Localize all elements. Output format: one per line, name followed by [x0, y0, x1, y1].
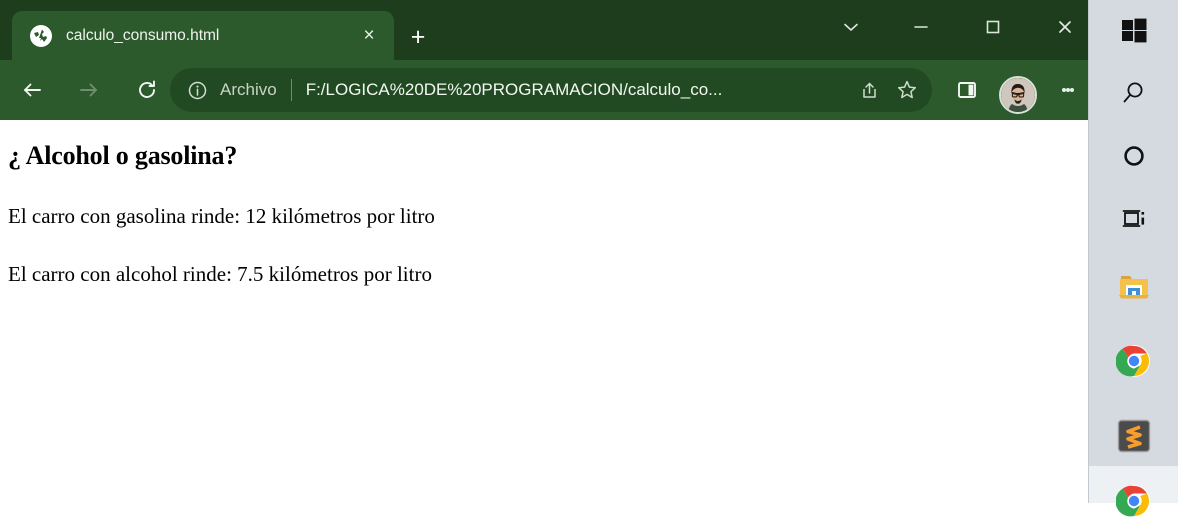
info-circle-icon[interactable]	[184, 77, 210, 103]
side-panel-icon[interactable]	[948, 71, 986, 109]
search-button[interactable]	[1089, 62, 1178, 124]
minimize-icon[interactable]	[898, 6, 944, 48]
forward-arrow-icon[interactable]	[68, 69, 110, 111]
menu-dot	[1070, 88, 1074, 92]
tab-close-button[interactable]: ×	[352, 19, 386, 53]
gasolina-result-text: El carro con gasolina rinde: 12 kilómetr…	[8, 204, 435, 228]
windows-logo-icon	[1121, 18, 1146, 43]
three-dots-menu-icon[interactable]	[1052, 71, 1084, 109]
cortana-button[interactable]	[1089, 125, 1178, 187]
new-tab-button[interactable]: +	[400, 20, 436, 54]
file-explorer-button[interactable]	[1089, 255, 1178, 317]
sublime-text-button[interactable]	[1089, 405, 1178, 467]
browser-window: calculo_consumo.html × + Archivo F:/LOGI…	[0, 0, 1088, 503]
sublime-text-icon	[1117, 419, 1150, 453]
start-button[interactable]	[1089, 0, 1178, 62]
cortana-circle-icon	[1123, 146, 1144, 166]
chrome-window-button[interactable]	[1089, 470, 1178, 532]
folder-icon	[1118, 276, 1149, 299]
close-icon[interactable]	[1042, 6, 1088, 48]
chevron-down-icon[interactable]	[828, 6, 874, 48]
chrome-icon	[1115, 345, 1150, 377]
page-content: ¿ Alcohol o gasolina? El carro con gasol…	[0, 120, 1088, 503]
browser-toolbar: Archivo F:/LOGICA%20DE%20PROGRAMACION/ca…	[0, 60, 1088, 120]
back-arrow-icon[interactable]	[11, 69, 53, 111]
share-icon[interactable]	[850, 71, 888, 109]
chrome-icon	[1115, 485, 1150, 517]
page-title: ¿ Alcohol o gasolina?	[8, 141, 238, 170]
tab-strip: calculo_consumo.html × +	[0, 0, 1088, 60]
star-icon[interactable]	[888, 71, 926, 109]
profile-avatar[interactable]	[999, 76, 1037, 114]
search-icon	[1123, 82, 1142, 103]
tab-title: calculo_consumo.html	[66, 26, 220, 44]
url-text: F:/LOGICA%20DE%20PROGRAMACION/calculo_co…	[305, 80, 723, 99]
browser-tab[interactable]: calculo_consumo.html ×	[12, 11, 394, 60]
url-scheme-label: Archivo	[220, 80, 277, 99]
alcohol-result-text: El carro con alcohol rinde: 7.5 kilómetr…	[8, 262, 432, 286]
reload-icon[interactable]	[126, 69, 168, 111]
address-bar[interactable]: Archivo F:/LOGICA%20DE%20PROGRAMACION/ca…	[170, 68, 932, 112]
task-view-icon	[1122, 210, 1144, 227]
maximize-icon[interactable]	[970, 6, 1016, 48]
omnibox-divider	[290, 79, 292, 101]
globe-icon	[30, 24, 52, 47]
chrome-button[interactable]	[1089, 330, 1178, 392]
task-view-button[interactable]	[1089, 188, 1178, 250]
windows-taskbar	[1088, 0, 1178, 517]
